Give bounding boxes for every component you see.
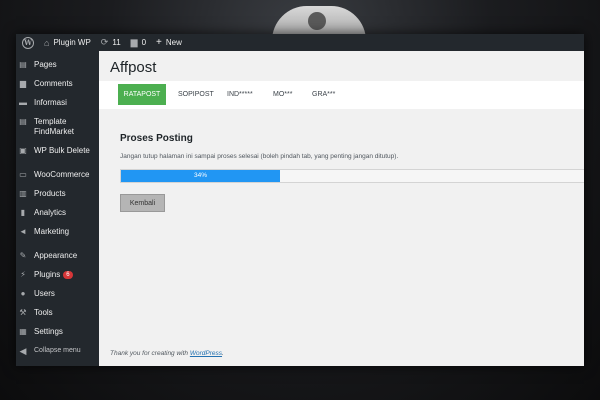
sidebar-item-woocommerce[interactable]: ▭ WooCommerce: [16, 170, 99, 186]
sidebar-item-label: Pages: [34, 60, 57, 69]
sidebar-item-label: Products: [34, 189, 66, 198]
progress-fill: 34%: [121, 170, 281, 182]
progress-percent-label: 34%: [194, 172, 208, 179]
sidebar-item-plugins[interactable]: ⚡ Plugins 6: [16, 270, 99, 286]
comment-bubble-icon: ▆: [130, 37, 138, 47]
sidebar-item-label: Appearance: [34, 251, 78, 260]
users-icon: ●: [20, 289, 26, 298]
sidebar-item-wp-bulk-delete[interactable]: ▣ WP Bulk Delete: [16, 146, 99, 162]
tab-sopipost[interactable]: SOPIPOST: [178, 84, 214, 105]
sidebar-item-tools[interactable]: ⚒ Tools: [16, 308, 99, 324]
footer-suffix: .: [222, 350, 224, 357]
wordpress-admin-screen: W ⌂ Plugin WP ⟳ 11 ▆ 0 + New ▤ Pages ▆ C…: [16, 34, 584, 366]
new-label: New: [165, 38, 182, 47]
tab-mo[interactable]: MO***: [273, 84, 292, 105]
process-warning-text: Jangan tutup halaman ini sampai proses s…: [120, 153, 399, 160]
sidebar-item-label: Settings: [34, 327, 63, 336]
plugins-icon: ⚡: [20, 270, 26, 279]
sidebar-item-label: Marketing: [34, 227, 70, 236]
main-content: Affpost RATAPOST SOPIPOST IND***** MO***…: [99, 51, 584, 366]
sidebar-item-appearance[interactable]: ✎ Appearance: [16, 251, 99, 267]
sidebar-item-label: Informasi: [34, 98, 67, 107]
appearance-icon: ✎: [19, 251, 27, 260]
sidebar-item-label: Users: [34, 289, 55, 298]
tab-ratapost[interactable]: RATAPOST: [118, 84, 166, 105]
sidebar-item-label: Template FindMarket: [34, 117, 75, 136]
updates-icon: ⟳: [100, 37, 109, 47]
sidebar-item-comments[interactable]: ▆ Comments: [16, 79, 99, 95]
updates-count: 11: [112, 38, 121, 47]
plugins-update-badge: 6: [63, 271, 73, 279]
plus-icon: +: [156, 37, 162, 48]
sidebar-item-label: Comments: [34, 79, 73, 88]
tab-gra[interactable]: GRA***: [312, 84, 335, 105]
sidebar-item-settings[interactable]: ▦ Settings: [16, 327, 99, 343]
tab-ind[interactable]: IND*****: [227, 84, 253, 105]
wp-logo-menu[interactable]: W: [22, 36, 34, 49]
comments-icon: ▆: [19, 79, 27, 88]
tools-icon: ⚒: [19, 308, 27, 317]
wordpress-link[interactable]: WordPress: [190, 350, 222, 357]
collapse-menu-button[interactable]: ◀ Collapse menu: [16, 346, 99, 362]
bulk-delete-icon: ▣: [19, 146, 27, 155]
collapse-arrow-icon: ◀: [19, 346, 27, 356]
posting-progress-bar: 34%: [120, 169, 584, 183]
section-title: Proses Posting: [120, 133, 193, 144]
page-title: Affpost: [110, 59, 157, 76]
plugins-label: Plugins: [34, 270, 61, 279]
plugin-tabs: RATAPOST SOPIPOST IND***** MO*** GRA***: [99, 81, 584, 109]
sidebar-item-informasi[interactable]: ▬ Informasi: [16, 98, 99, 114]
home-icon: ⌂: [44, 37, 50, 48]
marketing-icon: ◄: [19, 227, 27, 236]
settings-icon: ▦: [19, 327, 27, 336]
collapse-menu-label: Collapse menu: [34, 347, 81, 354]
woocommerce-icon: ▭: [19, 170, 27, 179]
analytics-icon: ▮: [20, 208, 26, 217]
admin-bar: W ⌂ Plugin WP ⟳ 11 ▆ 0 + New: [16, 34, 584, 51]
admin-sidebar: ▤ Pages ▆ Comments ▬ Informasi ▤ Templat…: [16, 51, 99, 366]
sidebar-item-label: Analytics: [34, 208, 67, 217]
sidebar-item-label: Plugins 6: [34, 270, 73, 280]
updates-link[interactable]: ⟳ 11: [101, 37, 121, 48]
admin-footer: Thank you for creating with WordPress.: [110, 350, 224, 357]
products-icon: ▥: [19, 189, 27, 198]
sidebar-item-label: WP Bulk Delete: [34, 146, 90, 155]
template-icon: ▤: [19, 117, 27, 126]
site-name: Plugin WP: [53, 38, 91, 47]
back-button[interactable]: Kembali: [120, 194, 165, 212]
comments-count: 0: [141, 38, 147, 47]
sidebar-item-pages[interactable]: ▤ Pages: [16, 60, 99, 76]
sidebar-item-marketing[interactable]: ◄ Marketing: [16, 227, 99, 243]
sidebar-item-products[interactable]: ▥ Products: [16, 189, 99, 205]
sidebar-item-label: Tools: [34, 308, 53, 317]
footer-text: Thank you for creating with: [110, 350, 190, 357]
sidebar-item-label: WooCommerce: [34, 170, 90, 179]
sidebar-item-analytics[interactable]: ▮ Analytics: [16, 208, 99, 224]
sidebar-item-users[interactable]: ● Users: [16, 289, 99, 305]
site-name-link[interactable]: ⌂ Plugin WP: [44, 38, 91, 48]
pages-icon: ▤: [19, 60, 27, 69]
new-content-link[interactable]: + New: [156, 37, 182, 48]
info-icon: ▬: [19, 98, 27, 107]
sidebar-item-template-findmarket[interactable]: ▤ Template FindMarket: [16, 117, 99, 139]
wordpress-logo-icon: W: [22, 36, 34, 49]
comments-link[interactable]: ▆ 0: [131, 37, 146, 48]
